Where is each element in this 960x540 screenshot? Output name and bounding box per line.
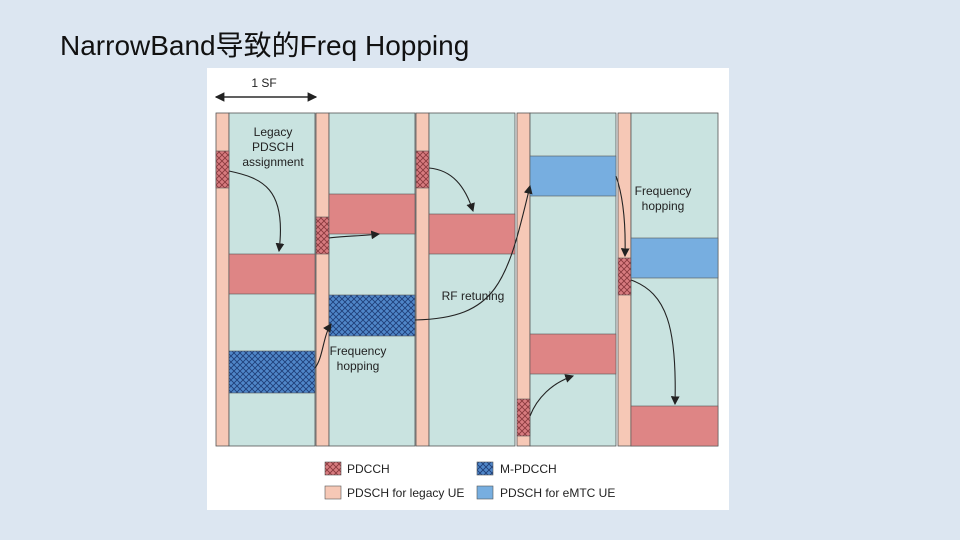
legend-pdcch-swatch <box>324 461 342 476</box>
pdcch-block <box>617 257 632 296</box>
frequency-hopping-2-line-2: hopping <box>642 199 685 213</box>
emtc-pdsch-block <box>529 155 617 197</box>
subframe-5 <box>617 112 719 447</box>
subframe-4 <box>516 112 617 447</box>
legend-mpdcch-label: M-PDCCH <box>500 462 557 476</box>
legend-emtc-pdsch-swatch <box>476 485 494 500</box>
subframe-label: 1 SF <box>251 76 276 90</box>
diagram-canvas: 1 SF Legacy PDSCH assignment Frequency h… <box>214 76 719 500</box>
legend-emtc-pdsch-label: PDSCH for eMTC UE <box>500 486 615 500</box>
legacy-assignment-line-3: assignment <box>242 155 304 169</box>
legacy-pdsch-block <box>529 333 617 375</box>
rf-retuning-label: RF retuning <box>442 289 505 303</box>
narrowband-region <box>328 112 416 447</box>
subframe-2 <box>315 112 416 447</box>
legacy-pdsch-block <box>630 405 719 447</box>
control-region <box>516 112 531 447</box>
pdcch-block <box>315 216 330 255</box>
subframe-indicator: 1 SF <box>214 76 318 102</box>
legacy-pdsch-block <box>228 253 316 295</box>
emtc-pdsch-block <box>630 237 719 279</box>
mpdcch-block <box>328 294 416 337</box>
frequency-hopping-1-line-2: hopping <box>337 359 380 373</box>
narrowband-region <box>428 112 516 447</box>
legend-legacy-pdsch-swatch <box>324 485 342 500</box>
narrowband-region <box>630 112 719 447</box>
legacy-assignment-line-1: Legacy <box>254 125 293 139</box>
legend-mpdcch-swatch <box>476 461 494 476</box>
pdcch-block <box>516 398 531 437</box>
slide-title: NarrowBand导致的Freq Hopping <box>60 30 470 61</box>
control-region <box>315 112 330 447</box>
legend-pdcch-label: PDCCH <box>347 462 390 476</box>
frequency-hopping-2-line-1: Frequency <box>635 184 692 198</box>
legacy-pdsch-block <box>328 193 416 235</box>
frequency-hopping-1-line-1: Frequency <box>330 344 387 358</box>
pdcch-block <box>215 150 230 189</box>
legend-legacy-pdsch-label: PDSCH for legacy UE <box>347 486 464 500</box>
legacy-assignment-line-2: PDSCH <box>252 140 294 154</box>
pdcch-block <box>415 150 430 189</box>
hopping-diagram: 1 SF Legacy PDSCH assignment Frequency h… <box>207 68 729 510</box>
mpdcch-block <box>228 350 316 394</box>
legend: PDCCH M-PDCCH PDSCH for legacy UE PDSCH … <box>324 461 615 500</box>
legacy-pdsch-block <box>428 213 516 255</box>
